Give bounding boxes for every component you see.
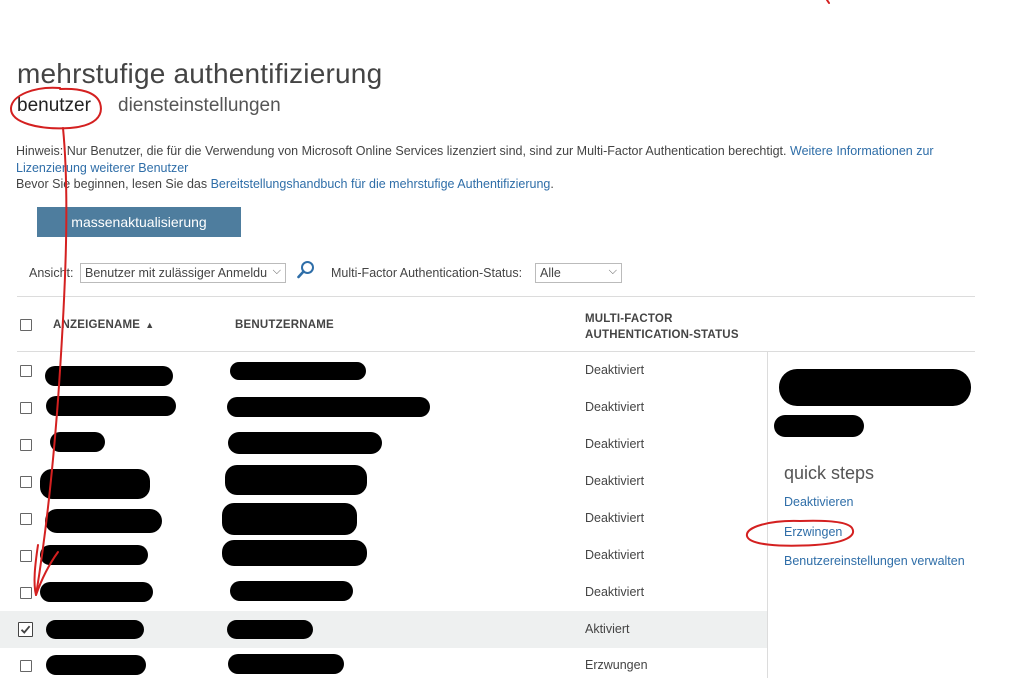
row-checkbox[interactable] [20, 660, 32, 672]
table-row[interactable]: Deaktiviert [0, 352, 767, 389]
table-row[interactable]: Deaktiviert [0, 574, 767, 611]
redacted-display-name [40, 469, 150, 499]
chevron-down-icon: ⌵ [272, 265, 281, 277]
view-label: Ansicht: [29, 266, 74, 280]
table-row-selected[interactable]: Aktiviert [0, 611, 767, 648]
row-checkbox[interactable] [20, 587, 32, 599]
table-row[interactable]: Deaktiviert [0, 389, 767, 426]
info-deployment: Bevor Sie beginnen, lesen Sie das Bereit… [16, 176, 554, 193]
info-deployment-suffix: . [550, 177, 554, 191]
tab-benutzer[interactable]: benutzer [17, 95, 91, 117]
view-select[interactable]: Benutzer mit zulässiger Anmeldu ⌵ [80, 263, 286, 283]
mfa-status-label: Multi-Factor Authentication-Status: [331, 266, 523, 280]
redacted-username [227, 620, 313, 639]
redacted-display-name [46, 620, 144, 639]
row-checkbox[interactable] [20, 402, 32, 414]
redacted-display-name [45, 366, 173, 386]
redacted-display-name [40, 545, 148, 565]
view-select-value: Benutzer mit zulässiger Anmeldu [85, 266, 268, 280]
quick-step-deactivate-link[interactable]: Deaktivieren [784, 495, 853, 509]
detail-pane-divider [767, 352, 768, 678]
row-status: Aktiviert [585, 622, 630, 636]
sort-ascending-icon: ▲ [145, 320, 155, 330]
redacted-username [222, 540, 367, 566]
column-header-username[interactable]: BENUTZERNAME [235, 319, 334, 331]
row-status: Erzwungen [585, 658, 648, 672]
column-header-display-name[interactable]: ANZEIGENAME ▲ [53, 319, 154, 331]
row-status: Deaktiviert [585, 363, 645, 377]
column-header-mfa-status-line2: AUTHENTICATION-STATUS [585, 329, 739, 341]
redacted-display-name [45, 509, 162, 533]
redacted-display-name [50, 432, 105, 452]
row-checkbox-checked[interactable] [18, 622, 33, 637]
row-status: Deaktiviert [585, 437, 645, 451]
table-row[interactable]: Deaktiviert [0, 463, 767, 500]
redacted-display-name [46, 396, 176, 416]
column-header-display-name-label: ANZEIGENAME [53, 319, 141, 331]
row-checkbox[interactable] [20, 513, 32, 525]
row-status: Deaktiviert [585, 548, 645, 562]
chevron-down-icon: ⌵ [608, 265, 617, 277]
search-icon[interactable] [296, 260, 316, 280]
redacted-username [225, 465, 367, 495]
quick-step-enforce-link[interactable]: Erzwingen [784, 525, 842, 539]
info-note: Hinweis: Nur Benutzer, die für die Verwe… [16, 143, 976, 177]
checkmark-icon [20, 625, 31, 634]
info-deployment-prefix: Bevor Sie beginnen, lesen Sie das [16, 177, 208, 191]
table-row[interactable]: Deaktiviert [0, 537, 767, 574]
row-status: Deaktiviert [585, 474, 645, 488]
column-header-mfa-status[interactable]: MULTI-FACTOR AUTHENTICATION-STATUS [585, 311, 739, 343]
mfa-status-select-value: Alle [540, 266, 561, 280]
redacted-username [230, 581, 353, 601]
deployment-guide-link[interactable]: Bereitstellungshandbuch für die mehrstuf… [211, 177, 551, 191]
redacted-user-name-detail [779, 369, 971, 406]
row-checkbox[interactable] [20, 476, 32, 488]
redacted-username [227, 397, 430, 417]
table-row[interactable]: Deaktiviert [0, 426, 767, 463]
table-top-divider [17, 296, 975, 297]
redacted-user-detail [774, 415, 864, 437]
redacted-display-name [40, 582, 153, 602]
quick-step-manage-user-settings-link[interactable]: Benutzereinstellungen verwalten [784, 554, 965, 568]
bulk-update-button[interactable]: massenaktualisierung [37, 207, 241, 237]
annotation-tick-mark [826, 0, 830, 4]
row-status: Deaktiviert [585, 400, 645, 414]
page-title: mehrstufige authentifizierung [17, 58, 383, 89]
column-header-mfa-status-line1: MULTI-FACTOR [585, 313, 673, 325]
row-checkbox[interactable] [20, 550, 32, 562]
quick-steps-title: quick steps [784, 463, 875, 483]
row-checkbox[interactable] [20, 439, 32, 451]
tab-diensteinstellungen[interactable]: diensteinstellungen [118, 95, 281, 117]
redacted-username [228, 654, 344, 674]
redacted-username [222, 503, 357, 535]
row-status: Deaktiviert [585, 511, 645, 525]
row-checkbox[interactable] [20, 365, 32, 377]
table-row[interactable]: Erzwungen [0, 648, 767, 685]
redacted-display-name [46, 655, 146, 675]
select-all-checkbox[interactable] [20, 319, 32, 331]
info-note-text: Hinweis: Nur Benutzer, die für die Verwe… [16, 144, 787, 158]
table-row[interactable]: Deaktiviert [0, 500, 767, 537]
redacted-username [230, 362, 366, 380]
row-status: Deaktiviert [585, 585, 645, 599]
redacted-username [228, 432, 382, 454]
mfa-status-select[interactable]: Alle ⌵ [535, 263, 622, 283]
